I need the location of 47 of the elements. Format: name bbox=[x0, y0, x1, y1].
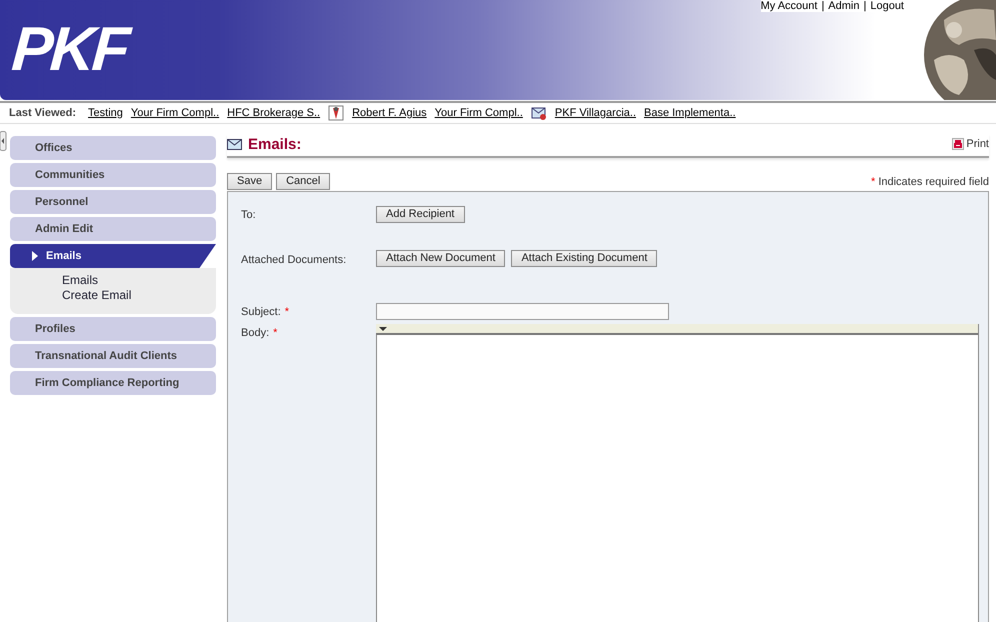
form-button[interactable]: Attach New Document bbox=[376, 250, 506, 267]
sidebar-item[interactable]: Firm Compliance Reporting bbox=[10, 371, 216, 395]
recent-link[interactable]: Your Firm Compl.. bbox=[130, 107, 220, 119]
arrow-icon bbox=[32, 251, 38, 261]
sidebar-item[interactable]: Emails bbox=[10, 244, 216, 268]
field-label: Subject: bbox=[241, 306, 281, 318]
recent-link[interactable]: Robert F. Agius bbox=[352, 107, 427, 119]
person-icon bbox=[328, 105, 344, 121]
sidebar-item[interactable]: Transnational Audit Clients bbox=[10, 344, 216, 368]
print-link[interactable]: Print bbox=[952, 138, 989, 150]
collapse-handle[interactable] bbox=[0, 131, 7, 151]
sidebar-item[interactable]: Profiles bbox=[10, 317, 216, 341]
recent-link[interactable]: Your Firm Compl.. bbox=[434, 107, 523, 119]
required-mark: * bbox=[273, 327, 278, 339]
form-button[interactable]: Save bbox=[227, 173, 272, 190]
required-note: Indicates required field bbox=[878, 176, 989, 188]
recent-link[interactable]: Testing bbox=[88, 107, 123, 119]
submenu-link[interactable]: Create Email bbox=[62, 288, 216, 302]
recent-link[interactable]: HFC Brokerage S.. bbox=[227, 107, 320, 119]
envelope-icon bbox=[530, 105, 547, 121]
sidebar-item[interactable]: Communities bbox=[10, 163, 216, 187]
sidebar-item[interactable]: Offices bbox=[10, 136, 216, 160]
field-label: Attached Documents: bbox=[241, 254, 346, 266]
logo: PKF bbox=[10, 14, 130, 85]
form-button[interactable]: Cancel bbox=[276, 173, 330, 190]
sidebar-item[interactable]: Admin Edit bbox=[10, 217, 216, 241]
form-button[interactable]: Add Recipient bbox=[376, 206, 464, 223]
envelope-icon bbox=[227, 138, 242, 150]
page-title: Emails: bbox=[248, 136, 302, 152]
sidebar-item[interactable]: Personnel bbox=[10, 190, 216, 214]
field-label: To: bbox=[241, 209, 256, 221]
recent-link[interactable]: Base Implementa.. bbox=[644, 107, 736, 119]
subject-field[interactable] bbox=[376, 303, 669, 320]
last-viewed-label: Last Viewed: bbox=[9, 107, 76, 119]
header-link[interactable]: Admin bbox=[828, 0, 860, 12]
required-mark: * bbox=[871, 176, 876, 188]
required-mark: * bbox=[284, 306, 290, 318]
printer-icon bbox=[952, 138, 964, 150]
caret-icon[interactable] bbox=[379, 326, 387, 330]
field-label: Body: bbox=[241, 327, 270, 339]
separator: | bbox=[821, 0, 824, 12]
submenu-link[interactable]: Emails bbox=[62, 273, 216, 287]
recent-link[interactable]: PKF Villagarcia.. bbox=[554, 107, 636, 119]
header-link[interactable]: Logout bbox=[870, 0, 904, 12]
header-link[interactable]: My Account bbox=[760, 0, 818, 12]
form-button[interactable]: Attach Existing Document bbox=[511, 250, 658, 267]
separator: | bbox=[863, 0, 866, 12]
